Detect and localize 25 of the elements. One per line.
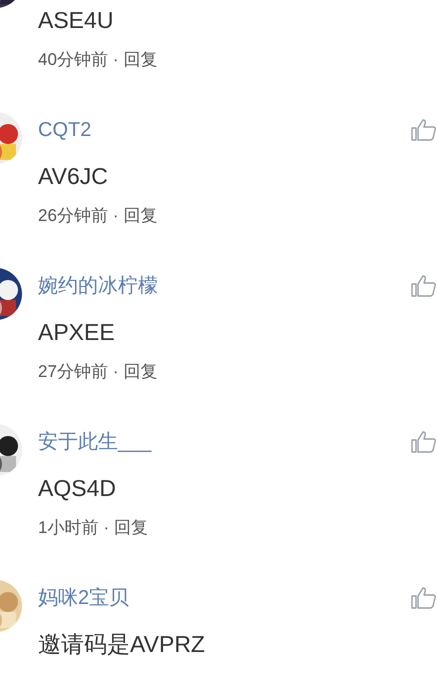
separator-dot: · <box>112 49 119 71</box>
comment-text: AQS4D <box>38 474 116 503</box>
separator-dot: · <box>103 517 110 539</box>
reply-link[interactable]: 回复 <box>124 205 158 227</box>
thumbs-up-icon[interactable] <box>411 274 437 298</box>
thumbs-up-icon[interactable] <box>411 586 437 610</box>
reply-link[interactable]: 回复 <box>124 361 158 383</box>
timestamp: 40分钟前 <box>38 49 108 71</box>
thumbs-up-icon[interactable] <box>411 118 437 142</box>
user-name[interactable]: 安于此生___ <box>38 431 152 453</box>
timestamp: 27分钟前 <box>38 361 108 383</box>
timestamp: 26分钟前 <box>38 205 108 227</box>
comment-text: AV6JC <box>38 162 108 191</box>
separator-dot: · <box>112 205 119 227</box>
reply-link[interactable]: 回复 <box>114 517 148 539</box>
user-name[interactable]: 婉约的冰柠檬 <box>38 275 158 297</box>
timestamp: 1小时前 <box>38 517 98 539</box>
separator-dot: · <box>112 361 119 383</box>
reply-link[interactable]: 回复 <box>124 49 158 71</box>
thumbs-up-icon[interactable] <box>411 430 437 454</box>
user-name[interactable]: CQT2 <box>38 119 92 141</box>
comment-text: APXEE <box>38 318 115 347</box>
comment-text: 邀请码是AVPRZ <box>38 630 205 659</box>
comment-text: ASE4U <box>38 6 114 35</box>
user-name[interactable]: 妈咪2宝贝 <box>38 587 130 609</box>
